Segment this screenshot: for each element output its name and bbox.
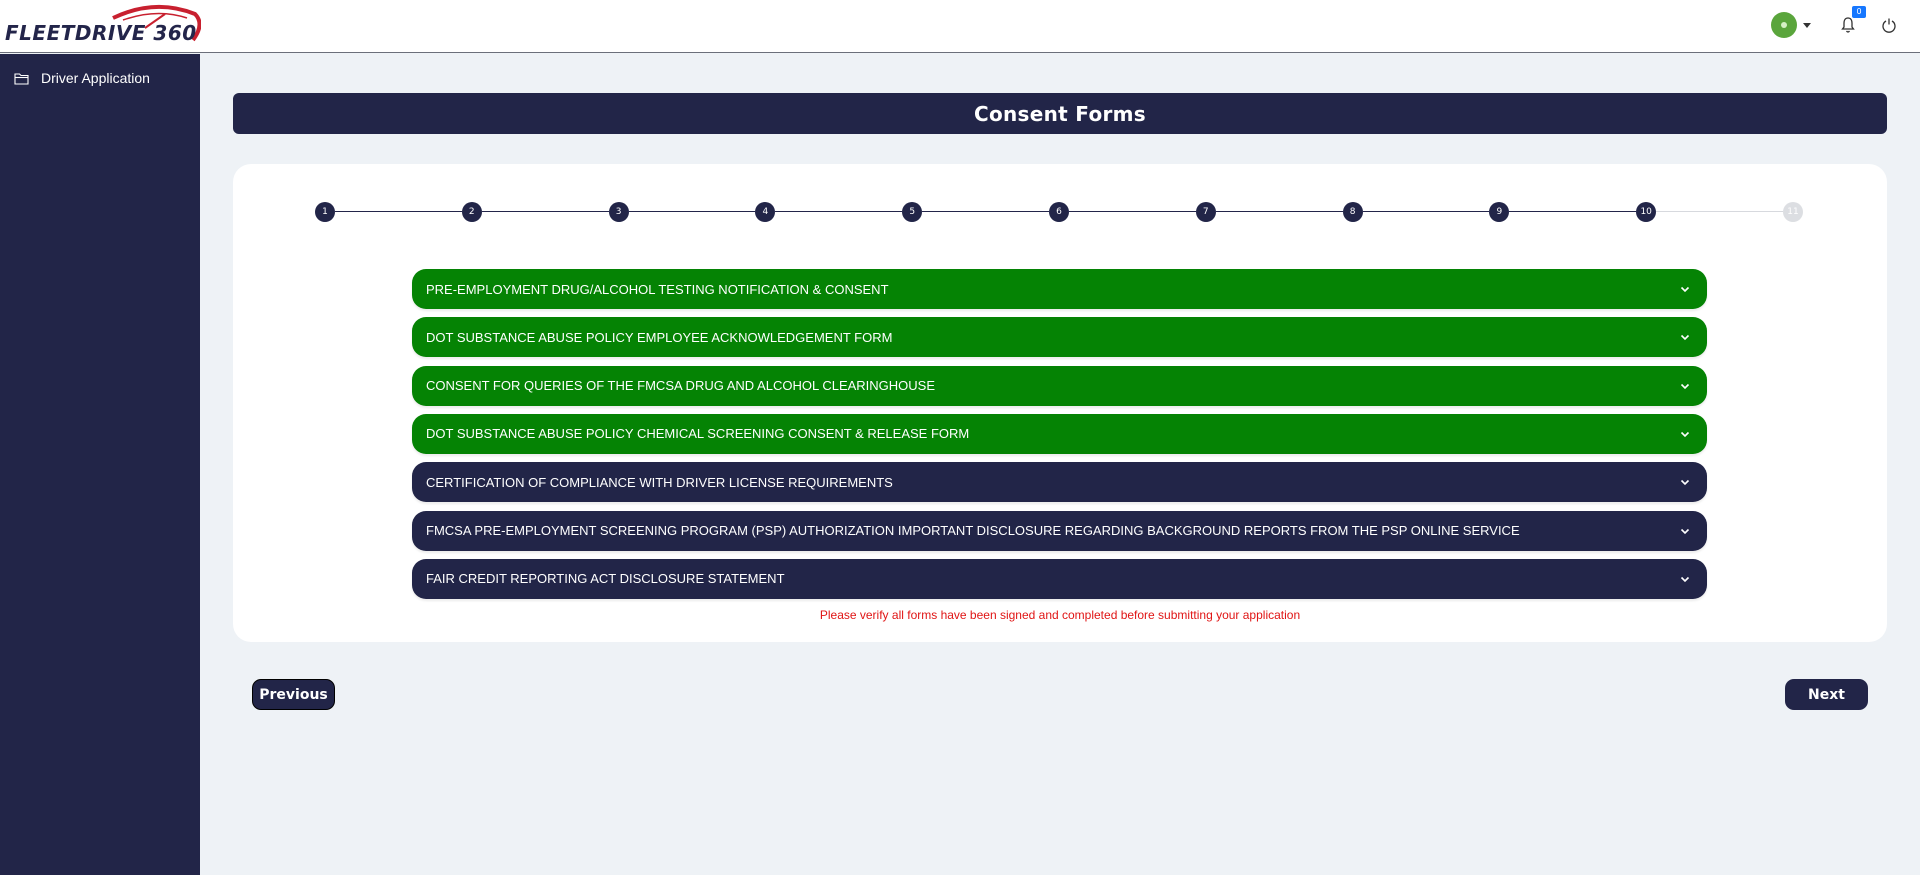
- step-indicator-8[interactable]: 8: [1342, 202, 1363, 222]
- chevron-down-icon: [1680, 335, 1690, 341]
- power-icon[interactable]: [1881, 17, 1897, 33]
- step-indicator-5[interactable]: 5: [902, 202, 923, 222]
- form-accordion-item[interactable]: DOT SUBSTANCE ABUSE POLICY EMPLOYEE ACKN…: [412, 317, 1707, 358]
- folder-icon: [14, 72, 29, 85]
- step-indicator-9[interactable]: 9: [1489, 202, 1510, 222]
- step-indicator-7[interactable]: 7: [1195, 202, 1216, 222]
- form-accordion-item[interactable]: PRE-EMPLOYMENT DRUG/ALCOHOL TESTING NOTI…: [412, 269, 1707, 309]
- step-indicator-3[interactable]: 3: [608, 202, 629, 222]
- form-accordion-label: FAIR CREDIT REPORTING ACT DISCLOSURE STA…: [426, 571, 785, 587]
- chevron-down-icon: [1803, 22, 1811, 28]
- form-accordion-label: FMCSA PRE-EMPLOYMENT SCREENING PROGRAM (…: [426, 523, 1520, 538]
- brand-logo[interactable]: FLEETDRIVE 360: [5, 4, 201, 48]
- step-connector: [1069, 211, 1196, 212]
- form-accordion-label: CERTIFICATION OF COMPLIANCE WITH DRIVER …: [426, 474, 893, 490]
- chevron-down-icon: [1680, 528, 1690, 534]
- form-accordion-label: CONSENT FOR QUERIES OF THE FMCSA DRUG AN…: [426, 378, 936, 394]
- step-progress: 1 2 3 4 5 6 7 8 9 10 11: [233, 164, 1887, 244]
- next-button[interactable]: Next: [1785, 679, 1868, 710]
- avatar-status-dot: [1781, 22, 1787, 28]
- form-accordion-item[interactable]: FMCSA PRE-EMPLOYMENT SCREENING PROGRAM (…: [412, 510, 1707, 551]
- step-connector: [481, 211, 609, 212]
- step-connector: [775, 211, 903, 212]
- step-indicator-4[interactable]: 4: [755, 202, 776, 222]
- form-accordion-item[interactable]: CERTIFICATION OF COMPLIANCE WITH DRIVER …: [412, 462, 1707, 503]
- chevron-down-icon: [1680, 383, 1690, 389]
- page-title-bar: Consent Forms: [233, 93, 1887, 134]
- sidebar: Driver Application: [0, 54, 200, 875]
- brand-name: FLEETDRIVE 360: [5, 21, 197, 45]
- chevron-down-icon: [1680, 286, 1690, 293]
- step-indicator-6[interactable]: 6: [1049, 202, 1069, 222]
- bell-icon[interactable]: [1840, 16, 1856, 34]
- notification-count-badge: 0: [1852, 6, 1866, 18]
- step-connector: [1656, 211, 1783, 212]
- sidebar-item-label: Driver Application: [41, 70, 150, 86]
- step-indicator-1[interactable]: 1: [315, 202, 335, 222]
- sidebar-item-driver-application[interactable]: Driver Application: [14, 68, 150, 88]
- chevron-down-icon: [1680, 431, 1690, 438]
- verification-warning: Please verify all forms have been signed…: [819, 608, 1301, 622]
- chevron-down-icon: [1680, 576, 1690, 582]
- form-accordion-item[interactable]: DOT SUBSTANCE ABUSE POLICY CHEMICAL SCRE…: [412, 413, 1707, 454]
- step-indicator-10[interactable]: 10: [1636, 202, 1657, 222]
- page-title: Consent Forms: [974, 101, 1146, 126]
- top-bar: FLEETDRIVE 360 0: [0, 0, 1920, 53]
- step-indicator-11[interactable]: 11: [1783, 202, 1803, 222]
- step-connector: [922, 211, 1049, 212]
- step-connector: [1362, 211, 1490, 212]
- step-connector: [1509, 211, 1637, 212]
- form-accordion-item[interactable]: FAIR CREDIT REPORTING ACT DISCLOSURE STA…: [412, 558, 1707, 599]
- form-accordion-label: PRE-EMPLOYMENT DRUG/ALCOHOL TESTING NOTI…: [426, 281, 889, 297]
- form-accordion-label: DOT SUBSTANCE ABUSE POLICY EMPLOYEE ACKN…: [426, 329, 893, 345]
- step-connector: [628, 211, 756, 212]
- previous-button[interactable]: Previous: [252, 679, 335, 710]
- step-indicator-2[interactable]: 2: [461, 202, 482, 222]
- step-connector: [1215, 211, 1343, 212]
- form-accordion-item[interactable]: CONSENT FOR QUERIES OF THE FMCSA DRUG AN…: [412, 365, 1707, 406]
- consent-forms-card: 1 2 3 4 5 6 7 8 9 10 11 PRE-EMPLOYMENT DRUG/ALCOHO…: [233, 164, 1887, 642]
- chevron-down-icon: [1680, 480, 1690, 486]
- form-accordion-label: DOT SUBSTANCE ABUSE POLICY CHEMICAL SCRE…: [426, 426, 970, 442]
- user-avatar-icon: [1771, 12, 1797, 38]
- step-connector: [335, 211, 462, 212]
- user-menu[interactable]: [1771, 12, 1811, 38]
